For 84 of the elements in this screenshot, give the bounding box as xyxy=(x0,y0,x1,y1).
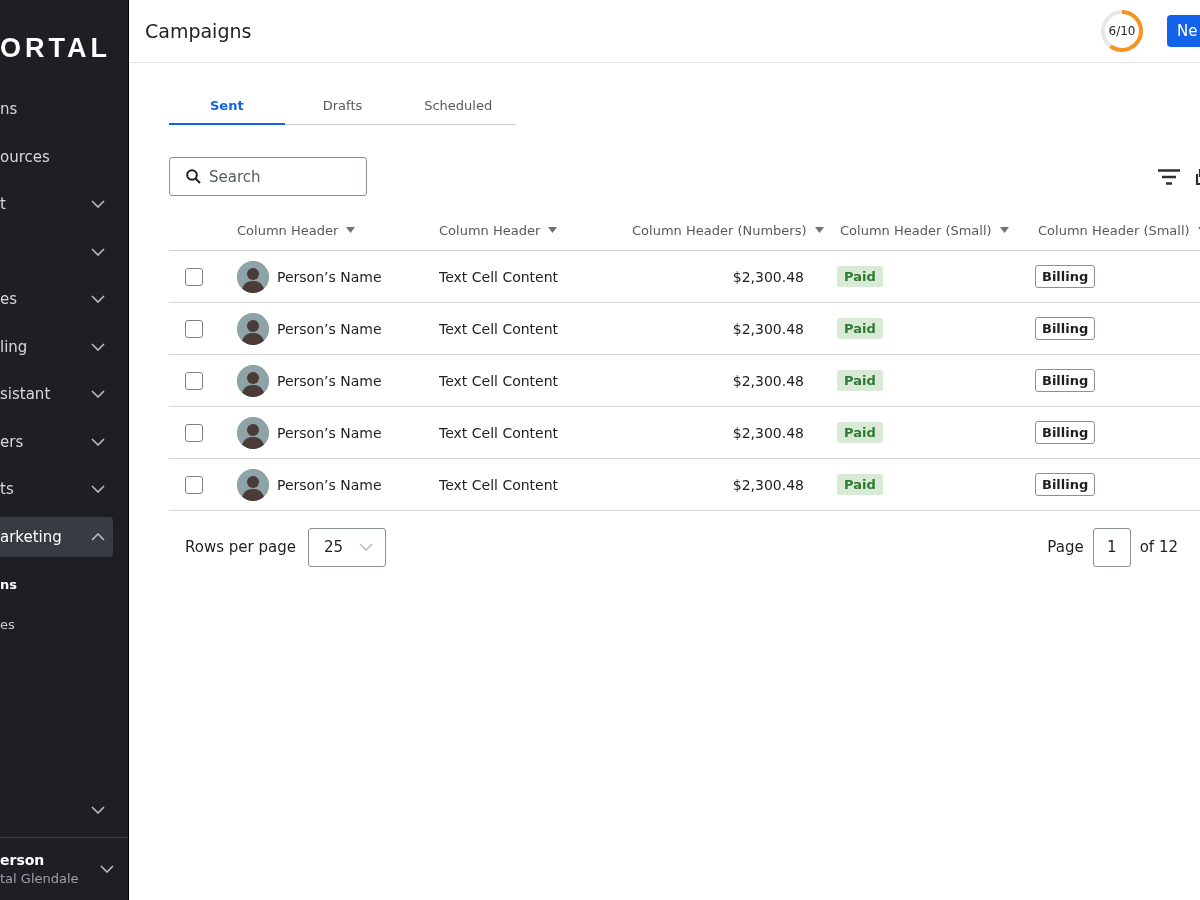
user-organization: tal Glendale xyxy=(0,871,79,886)
chevron-icon xyxy=(91,390,105,398)
sidebar-item[interactable]: ns xyxy=(0,89,113,129)
person-name: Person’s Name xyxy=(277,268,382,285)
table-cell: Text Cell Content xyxy=(439,476,559,493)
tab[interactable]: Sent xyxy=(169,87,285,125)
sidebar-item[interactable]: ts xyxy=(0,469,113,509)
status-badge: Paid xyxy=(837,318,883,339)
row-checkbox[interactable] xyxy=(185,475,203,494)
chevron-icon xyxy=(91,485,105,493)
progress-label: 6/10 xyxy=(1107,23,1137,40)
status-badge: Paid xyxy=(837,266,883,287)
tab[interactable]: Scheduled xyxy=(400,87,516,125)
sidebar-subitem[interactable]: es xyxy=(0,604,128,644)
avatar xyxy=(237,468,269,501)
amount: $2,300.48 xyxy=(732,372,804,389)
sidebar-item[interactable]: sistant xyxy=(0,374,113,414)
table-cell: Text Cell Content xyxy=(439,268,559,285)
status-badge: Paid xyxy=(837,474,883,495)
avatar xyxy=(237,416,269,449)
sidebar-item[interactable]: t xyxy=(0,184,113,224)
sort-caret-icon xyxy=(548,227,558,233)
chevron-icon xyxy=(91,532,105,541)
sort-caret-icon xyxy=(814,227,824,233)
category-tag: Billing xyxy=(1035,421,1096,444)
chevron-icon xyxy=(91,247,105,256)
category-tag: Billing xyxy=(1035,317,1096,340)
sidebar-item[interactable]: ling xyxy=(0,326,113,367)
page-label: Page xyxy=(1047,538,1084,556)
amount: $2,300.48 xyxy=(732,476,804,493)
search-field[interactable]: Search xyxy=(169,157,367,196)
person-name: Person’s Name xyxy=(277,476,382,493)
row-checkbox[interactable] xyxy=(185,423,203,442)
chevron-icon xyxy=(100,865,114,873)
rows-per-page-label: Rows per page xyxy=(185,538,296,556)
user-name: erson xyxy=(0,852,46,868)
column-header[interactable]: Column Header (Small) xyxy=(840,222,1009,238)
sidebar-item[interactable]: ources xyxy=(0,136,113,177)
user-menu[interactable]: erson tal Glendale xyxy=(0,837,128,900)
person-name: Person’s Name xyxy=(277,424,382,441)
person-name: Person’s Name xyxy=(277,320,382,337)
page-title: Campaigns xyxy=(145,20,253,42)
avatar xyxy=(237,364,269,397)
chevron-icon xyxy=(91,437,105,446)
amount: $2,300.48 xyxy=(732,424,804,441)
column-header[interactable]: Column Header (Small) xyxy=(1038,222,1200,238)
column-header[interactable]: Column Header xyxy=(439,222,558,238)
chevron-icon xyxy=(91,342,105,351)
table-cell: Text Cell Content xyxy=(439,320,559,337)
chevron-icon xyxy=(91,200,105,208)
sidebar-item[interactable]: es xyxy=(0,279,113,319)
sort-caret-icon xyxy=(999,227,1009,233)
person-name: Person’s Name xyxy=(277,372,382,389)
table-cell: Text Cell Content xyxy=(439,372,559,389)
chevron-icon xyxy=(91,805,105,814)
category-tag: Billing xyxy=(1035,473,1096,496)
amount: $2,300.48 xyxy=(732,268,804,285)
sort-caret-icon xyxy=(346,227,356,233)
logo: ORTAL xyxy=(0,33,111,65)
status-badge: Paid xyxy=(837,370,883,391)
search-icon xyxy=(186,169,201,184)
row-checkbox[interactable] xyxy=(185,371,203,390)
column-header[interactable]: Column Header (Numbers) xyxy=(632,222,824,238)
category-tag: Billing xyxy=(1035,369,1096,392)
avatar xyxy=(237,312,269,345)
avatar xyxy=(237,260,269,293)
status-badge: Paid xyxy=(837,422,883,443)
new-button[interactable]: Ne xyxy=(1167,15,1200,47)
amount: $2,300.48 xyxy=(732,320,804,337)
page-input[interactable]: 1 xyxy=(1092,527,1131,567)
page-count: of 12 xyxy=(1139,538,1178,556)
chevron-icon xyxy=(358,543,373,551)
tab[interactable]: Drafts xyxy=(284,87,401,125)
chevron-icon xyxy=(91,295,105,303)
filter-icon[interactable] xyxy=(1158,168,1180,185)
column-header[interactable]: Column Header xyxy=(237,222,356,238)
category-tag: Billing xyxy=(1035,265,1096,288)
sidebar-item[interactable]: ers xyxy=(0,421,113,462)
sidebar-subitem[interactable]: ns xyxy=(0,564,128,604)
rows-per-page-select[interactable]: 25 xyxy=(307,527,386,567)
row-checkbox[interactable] xyxy=(185,319,203,338)
row-checkbox[interactable] xyxy=(185,267,203,286)
sidebar-item[interactable]: arketing xyxy=(0,516,113,557)
table-cell: Text Cell Content xyxy=(439,424,559,441)
